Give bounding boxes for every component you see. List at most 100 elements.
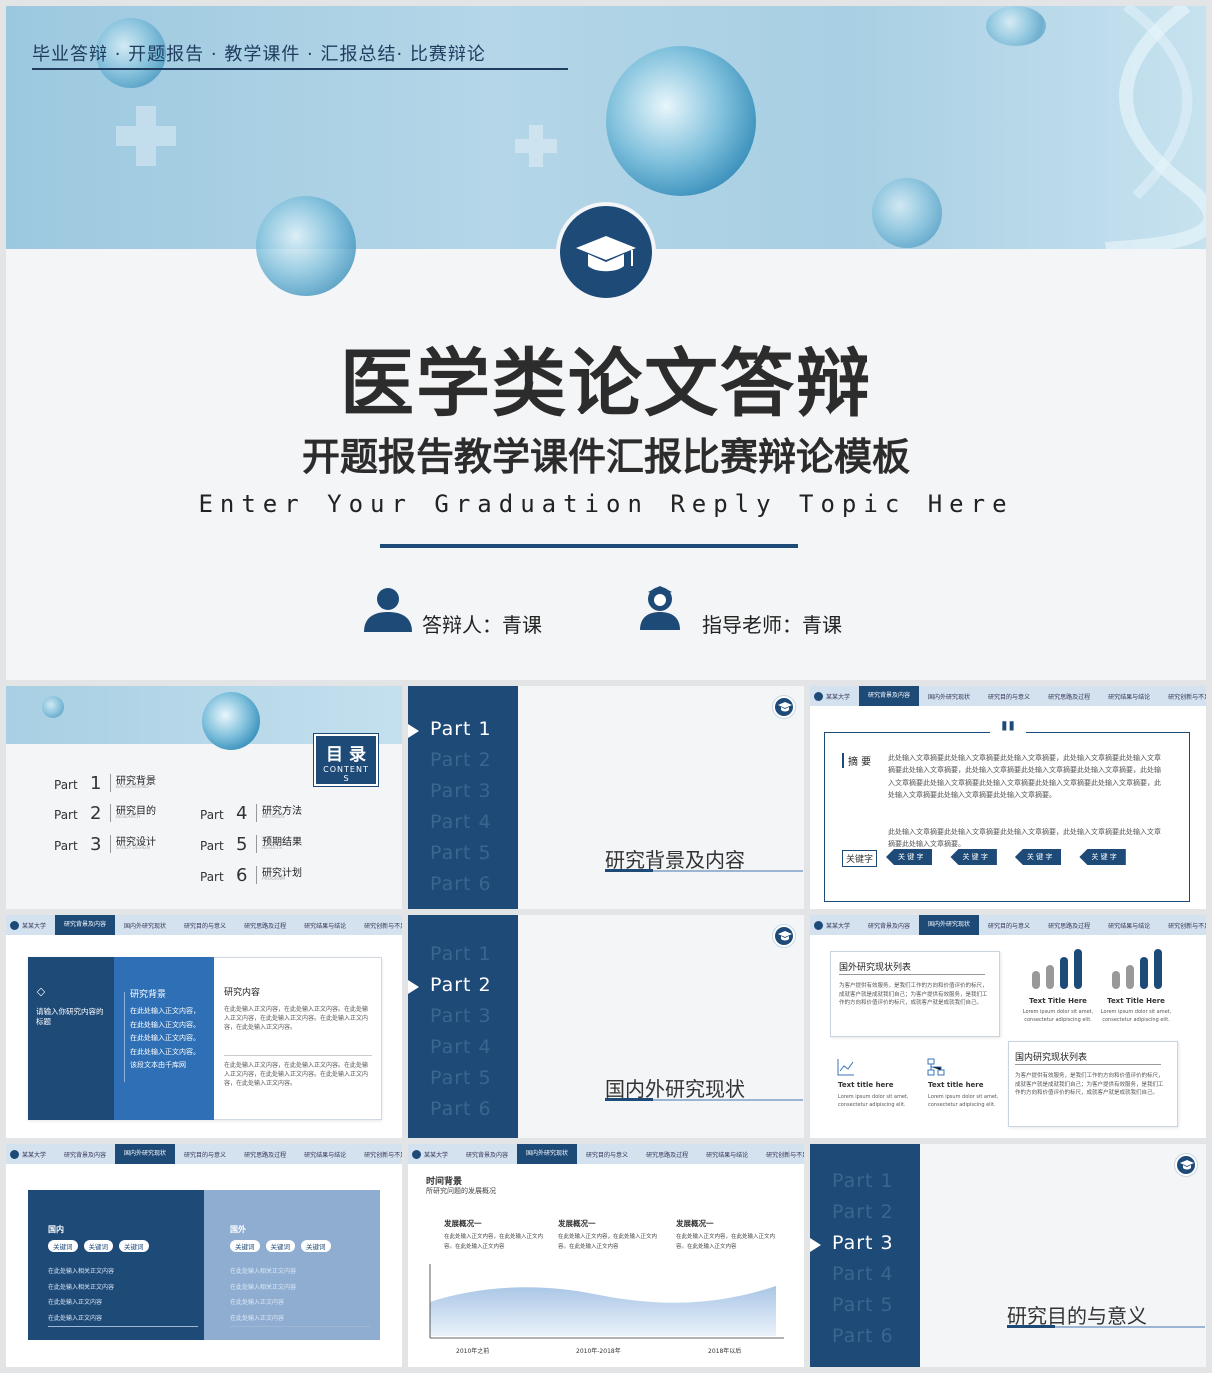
active-part-arrow: [810, 1238, 821, 1252]
toc-slide[interactable]: 目 录 CONTENT S Part 1 研究背景 BACKGROUND Part 2 研究…: [6, 686, 402, 909]
virus-image: [986, 6, 1046, 46]
part-item[interactable]: Part 5: [430, 842, 492, 864]
university-name: 某某大学: [826, 922, 851, 930]
nav-tab[interactable]: 国内外研究现状: [115, 1144, 176, 1164]
toc-part-label: Part: [200, 839, 224, 853]
nav-tab[interactable]: 研究目的与意义: [175, 1150, 235, 1159]
nav-tab[interactable]: 研究结果与结论: [697, 1150, 757, 1159]
nav-tab[interactable]: 国内外研究现状: [919, 915, 980, 935]
abstract-slide[interactable]: 某某大学 研究背景及内容 国内外研究现状 研究目的与意义 研究思路及过程 研究结果与结论研…: [810, 686, 1206, 909]
nav-tab[interactable]: 研究目的与意义: [577, 1150, 637, 1159]
part-item[interactable]: Part 6: [430, 1098, 492, 1120]
part-item[interactable]: Part 6: [430, 873, 492, 895]
toc-part-label: Part: [200, 870, 224, 884]
part-item[interactable]: Part 4: [430, 1036, 492, 1058]
toc-item-subtitle: RESULTS: [262, 846, 282, 851]
graduation-cap-icon: [576, 236, 636, 272]
active-part-arrow: [408, 724, 419, 738]
part-item[interactable]: Part 4: [430, 811, 492, 833]
layers-icon: [36, 987, 46, 997]
background-title: 研究背景: [130, 990, 167, 1000]
compare-slide[interactable]: 某某大学 研究背景及内容 国内外研究现状 研究目的与意义 研究思路及过程 研究结果与结论研…: [6, 1144, 402, 1367]
timeline-axis-label: 2010年-2018年: [576, 1348, 621, 1355]
virus-image: [606, 46, 756, 196]
part2-slide[interactable]: Part 1 Part 2 Part 3 Part 4 Part 5 Part 6 国内外…: [408, 915, 804, 1138]
abstract-text: 此处输入文章摘要此处输入文章摘要此处输入文章摘要，此处输入文章摘要此处输入文章摘…: [888, 754, 1161, 799]
domestic-status-card: 国内研究现状列表 为客户提供有效服务，是我们工作的方向和价值评价的标尺，成就客户…: [1008, 1041, 1178, 1127]
nav-tab[interactable]: 研究目的与意义: [175, 921, 235, 930]
dna-helix-icon: [1104, 6, 1206, 249]
nav-tab[interactable]: 研究创新与不足: [757, 1150, 804, 1159]
nav-tab[interactable]: 研究创新与不足: [355, 921, 402, 930]
keyword-tag[interactable]: 关 键 字: [1079, 849, 1126, 865]
part-item[interactable]: Part 5: [832, 1294, 894, 1316]
nav-tab[interactable]: 国内外研究现状: [919, 692, 979, 701]
toc-title: 目 录: [326, 745, 366, 765]
keyword-tag[interactable]: 关键词: [119, 1240, 149, 1252]
nav-tab[interactable]: 研究结果与结论: [1099, 921, 1159, 930]
toc-part-number: 3: [90, 834, 102, 855]
part1-slide[interactable]: Part 1 Part 2 Part 3 Part 4 Part 5 Part 6 研究背…: [408, 686, 804, 909]
timeline-subtitle: 所研究问题的发展概况: [426, 1187, 496, 1195]
part-item[interactable]: Part 3: [430, 780, 492, 802]
part-item[interactable]: Part 1: [430, 718, 492, 740]
status-slide[interactable]: 某某大学 研究背景及内容 国内外研究现状 研究目的与意义 研究思路及过程 研究结果与结论研…: [810, 915, 1206, 1138]
part-item[interactable]: Part 1: [430, 943, 492, 965]
nav-tab[interactable]: 研究背景及内容: [859, 686, 920, 706]
nav-tab[interactable]: 研究背景及内容: [55, 915, 116, 935]
nav-tab[interactable]: 研究思路及过程: [235, 921, 295, 930]
nav-bar: 某某大学 研究背景及内容 国内外研究现状 研究目的与意义 研究思路及过程 研究结果与结论研…: [810, 915, 1206, 935]
keyword-tag[interactable]: 关 键 字: [886, 849, 933, 865]
toc-divider: [110, 804, 111, 822]
part-item[interactable]: Part 3: [430, 1005, 492, 1027]
keyword-tag[interactable]: 关键词: [301, 1240, 331, 1252]
graduation-cap-icon: [1175, 1154, 1197, 1176]
part-item[interactable]: Part 5: [430, 1067, 492, 1089]
nav-tab[interactable]: 研究思路及过程: [235, 1150, 295, 1159]
university-logo-icon: [10, 1149, 19, 1159]
part-item[interactable]: Part 4: [832, 1263, 894, 1285]
title-slide[interactable]: 毕业答辩 · 开题报告 · 教学课件 · 汇报总结· 比赛辩论 医学类论文答辩 …: [6, 6, 1206, 680]
nav-tab[interactable]: 国内外研究现状: [115, 921, 175, 930]
nav-tab[interactable]: 研究结果与结论: [1099, 692, 1159, 701]
keyword-tag[interactable]: 关键词: [265, 1240, 295, 1252]
toc-divider: [256, 866, 257, 884]
keyword-tag[interactable]: 关键词: [48, 1240, 78, 1252]
nav-tab[interactable]: 研究结果与结论: [295, 921, 355, 930]
nav-tab[interactable]: 研究创新与不足: [1159, 692, 1206, 701]
keyword-tag[interactable]: 关 键 字: [1014, 849, 1062, 865]
toc-item-subtitle: METHODS: [262, 815, 285, 820]
toc-item-subtitle: BACKGROUND: [116, 785, 149, 790]
part-item[interactable]: Part 1: [832, 1170, 894, 1192]
nav-tab[interactable]: 国内外研究现状: [517, 1144, 578, 1164]
keyword-tag[interactable]: 关 键 字: [950, 849, 997, 865]
keyword-tag[interactable]: 关键词: [230, 1240, 260, 1252]
timeline-slide[interactable]: 某某大学 研究背景及内容 国内外研究现状 研究目的与意义 研究思路及过程 研究结果与结论研…: [408, 1144, 804, 1367]
nav-tab[interactable]: 研究目的与意义: [979, 692, 1039, 701]
part-item[interactable]: Part 3: [832, 1232, 894, 1254]
nav-tab[interactable]: 研究创新与不足: [1159, 921, 1206, 930]
background-slide[interactable]: 某某大学 研究背景及内容 国内外研究现状 研究目的与意义 研究思路及过程 研究结果与结论研…: [6, 915, 402, 1138]
nav-tab[interactable]: 研究背景及内容: [859, 921, 919, 930]
nav-tab[interactable]: 研究结果与结论: [295, 1150, 355, 1159]
nav-tab[interactable]: 研究思路及过程: [1039, 692, 1099, 701]
main-title: 医学类论文答辩: [340, 341, 872, 427]
nav-tab[interactable]: 研究创新与不足: [355, 1150, 402, 1159]
nav-tab[interactable]: 研究目的与意义: [979, 921, 1039, 930]
part-item[interactable]: Part 2: [430, 749, 492, 771]
university-logo-icon: [412, 1149, 421, 1159]
nav-tab[interactable]: 研究思路及过程: [637, 1150, 697, 1159]
nav-tab[interactable]: 研究背景及内容: [457, 1150, 517, 1159]
nav-tab[interactable]: 研究思路及过程: [1039, 921, 1099, 930]
part3-slide[interactable]: Part 1 Part 2 Part 3 Part 4 Part 5 Part 6 研究目…: [810, 1144, 1206, 1367]
part-item[interactable]: Part 2: [430, 974, 492, 996]
graduation-cap-icon: [773, 925, 795, 947]
toc-part-label: Part: [54, 778, 78, 792]
part-item[interactable]: Part 6: [832, 1325, 894, 1347]
domestic-status-text: 为客户提供有效服务，是我们工作的方向和价值评价的标尺，成就客户就是成就我们自己；…: [1015, 1073, 1164, 1096]
nav-tab[interactable]: 研究背景及内容: [55, 1150, 115, 1159]
keyword-tag[interactable]: 关键词: [83, 1240, 113, 1252]
compare-line: 在此处输入相关正文内容: [230, 1283, 297, 1291]
university-name: 某某大学: [826, 693, 851, 701]
part-item[interactable]: Part 2: [832, 1201, 894, 1223]
